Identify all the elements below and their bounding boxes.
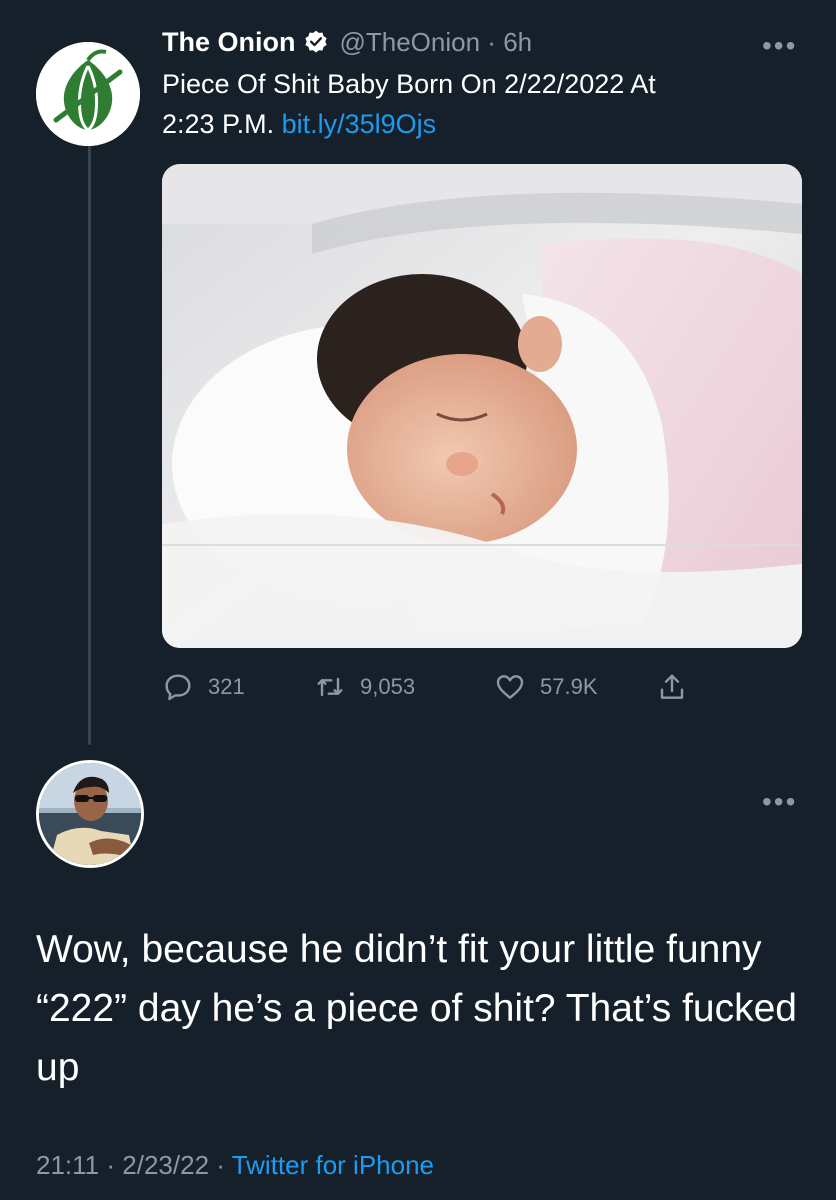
reply-meta: 21:11 · 2/23/22 · Twitter for iPhone <box>36 1150 434 1181</box>
handle-text: @TheOnion <box>339 26 481 57</box>
baby-photo-image <box>162 164 802 648</box>
share-icon <box>660 674 684 699</box>
tweet-link[interactable]: bit.ly/35l9Ojs <box>282 109 437 139</box>
share-button[interactable] <box>656 662 702 712</box>
retweet-count: 9,053 <box>360 674 416 699</box>
onion-logo-icon <box>36 42 140 146</box>
reply-date: 2/23/22 <box>122 1150 210 1180</box>
reply-text: Wow, because he didn’t fit your little f… <box>36 928 797 1089</box>
reply-count: 321 <box>208 674 245 699</box>
retweet-icon <box>317 677 343 697</box>
like-button[interactable]: 57.9K <box>494 662 598 712</box>
reply-avatar[interactable] <box>36 760 144 868</box>
separator: · <box>216 1150 225 1180</box>
avatar[interactable] <box>36 42 140 146</box>
separator: · <box>106 1150 116 1180</box>
reply-time: 21:11 <box>36 1150 100 1180</box>
reply-source-link[interactable]: Twitter for iPhone <box>232 1150 434 1180</box>
tweet-text-line: 2:23 P.M. <box>162 109 275 139</box>
tweet-time: 6h <box>503 26 533 57</box>
retweet-button[interactable]: 9,053 <box>314 662 415 712</box>
tweet-text: Piece Of Shit Baby Born On 2/22/2022 At … <box>162 64 802 144</box>
reply-button[interactable]: 321 <box>162 662 245 712</box>
reply-icon <box>165 674 191 701</box>
author-name[interactable]: The Onion <box>162 27 295 58</box>
heart-icon <box>496 675 524 699</box>
author-handle[interactable]: @TheOnion · 6h <box>339 27 532 58</box>
more-options-icon[interactable]: ••• <box>762 30 797 62</box>
tweet-header: The Onion @TheOnion · 6h <box>162 22 532 62</box>
tweet-photo[interactable] <box>162 164 802 648</box>
like-count: 57.9K <box>540 674 598 699</box>
verified-badge-icon <box>305 30 328 53</box>
thread-line <box>88 145 91 745</box>
tweet-action-bar: 321 9,053 57.9K <box>162 662 722 712</box>
user-photo-image <box>39 763 141 865</box>
tweet-text-line: Piece Of Shit Baby Born On 2/22/2022 At <box>162 69 656 99</box>
separator: · <box>487 26 496 57</box>
more-options-icon[interactable]: ••• <box>762 786 797 818</box>
